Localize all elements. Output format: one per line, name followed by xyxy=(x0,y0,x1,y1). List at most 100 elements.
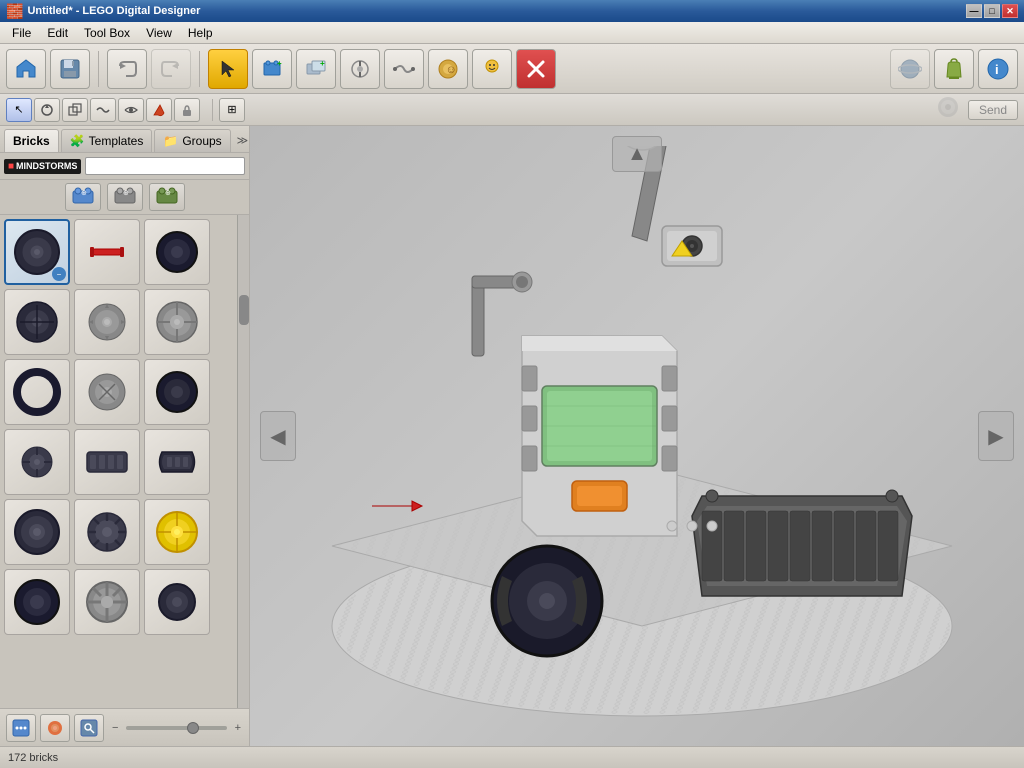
panel-collapse-button[interactable]: ≫ xyxy=(233,132,250,149)
rotate-mode-button[interactable] xyxy=(34,98,60,122)
window-title: Untitled* - LEGO Digital Designer xyxy=(23,5,966,17)
color-palette-button[interactable] xyxy=(40,714,70,742)
send-icon xyxy=(934,95,962,124)
menu-help[interactable]: Help xyxy=(180,24,221,42)
part-item[interactable] xyxy=(144,429,210,495)
nav-right-button[interactable]: ▶ xyxy=(978,411,1014,461)
svg-text:⊕: ⊕ xyxy=(81,190,87,197)
part-item[interactable] xyxy=(144,569,210,635)
titlebar: 🧱 Untitled* - LEGO Digital Designer — □ … xyxy=(0,0,1024,22)
undo-button[interactable] xyxy=(107,49,147,89)
minimize-button[interactable]: — xyxy=(966,4,982,18)
parts-search-input[interactable] xyxy=(85,157,245,175)
menu-view[interactable]: View xyxy=(138,24,180,42)
part-item[interactable] xyxy=(4,499,70,565)
part-item[interactable] xyxy=(4,359,70,425)
content: Bricks 🧩 Templates 📁 Groups ≫ ■ MINDSTOR… xyxy=(0,126,1024,746)
tab-groups-label: Groups xyxy=(182,134,221,148)
category-btn-1[interactable]: ⊕ xyxy=(65,183,101,211)
tab-templates[interactable]: 🧩 Templates xyxy=(61,129,153,152)
tab-groups[interactable]: 📁 Groups xyxy=(154,129,230,152)
tab-bricks[interactable]: Bricks xyxy=(4,129,59,152)
paint-button[interactable]: ☺ xyxy=(428,49,468,89)
save-button[interactable] xyxy=(50,49,90,89)
part-item[interactable] xyxy=(4,429,70,495)
model-area xyxy=(250,126,1024,746)
zoom-plus: + xyxy=(235,722,243,734)
clone-button[interactable]: + xyxy=(296,49,336,89)
second-toolbar: ↖ ⊞ xyxy=(0,94,1024,126)
nav-left-button[interactable]: ◀ xyxy=(260,411,296,461)
part-item[interactable] xyxy=(74,569,140,635)
settings-button[interactable] xyxy=(6,714,36,742)
clone-mode-button[interactable] xyxy=(62,98,88,122)
part-item[interactable] xyxy=(4,289,70,355)
menu-file[interactable]: File xyxy=(4,24,39,42)
bag-button[interactable] xyxy=(934,49,974,89)
home-button[interactable] xyxy=(6,49,46,89)
smiley-button[interactable] xyxy=(472,49,512,89)
mindstorms-logo: ■ MINDSTORMS xyxy=(4,159,81,174)
flex-mode-button[interactable] xyxy=(90,98,116,122)
search-button[interactable] xyxy=(74,714,104,742)
part-item[interactable] xyxy=(74,429,140,495)
lego-model-svg xyxy=(252,146,1022,726)
nav-up-button[interactable]: ▲ xyxy=(612,136,662,172)
lock-mode-button[interactable] xyxy=(174,98,200,122)
category-btn-3[interactable]: ⊕ xyxy=(149,183,185,211)
parts-row xyxy=(4,359,233,425)
close-button[interactable]: ✕ xyxy=(1002,4,1018,18)
menu-edit[interactable]: Edit xyxy=(39,24,76,42)
tab-groups-icon: 📁 xyxy=(163,134,178,148)
tab-bricks-label: Bricks xyxy=(13,134,50,148)
color-mode-button[interactable] xyxy=(146,98,172,122)
part-item[interactable] xyxy=(74,499,140,565)
menubar: File Edit Tool Box View Help xyxy=(0,22,1024,44)
svg-text:⊕: ⊕ xyxy=(165,190,171,197)
part-item[interactable] xyxy=(74,289,140,355)
zoom-thumb[interactable] xyxy=(187,722,199,734)
parts-row xyxy=(4,499,233,565)
flex-button[interactable] xyxy=(384,49,424,89)
parts-area: − xyxy=(0,215,249,708)
part-item[interactable] xyxy=(4,569,70,635)
hinge-button[interactable] xyxy=(340,49,380,89)
tab-templates-icon: 🧩 xyxy=(70,134,85,148)
redo-button[interactable] xyxy=(151,49,191,89)
mindstorms-icon: ■ xyxy=(8,161,14,172)
info-button[interactable]: i xyxy=(978,49,1018,89)
main-toolbar: + + ☺ xyxy=(0,44,1024,94)
delete-button[interactable] xyxy=(516,49,556,89)
menu-toolbox[interactable]: Tool Box xyxy=(76,24,138,42)
parts-row xyxy=(4,569,233,635)
category-btn-2[interactable]: ⊕ xyxy=(107,183,143,211)
part-item[interactable]: − xyxy=(4,219,70,285)
planet-button[interactable] xyxy=(890,49,930,89)
part-item[interactable] xyxy=(144,359,210,425)
svg-text:⊕: ⊕ xyxy=(123,190,129,197)
part-item[interactable] xyxy=(144,219,210,285)
part-item[interactable] xyxy=(74,219,140,285)
add-brick-button[interactable]: + xyxy=(252,49,292,89)
parts-grid: − xyxy=(0,215,237,708)
part-item[interactable] xyxy=(74,359,140,425)
parts-row xyxy=(4,429,233,495)
svg-text:☺: ☺ xyxy=(446,64,457,76)
send-button[interactable]: Send xyxy=(968,100,1018,120)
separator2 xyxy=(199,51,200,87)
scroll-thumb[interactable] xyxy=(239,295,249,325)
select-tool-button[interactable] xyxy=(208,49,248,89)
svg-text:+: + xyxy=(320,59,325,68)
grid-view-button[interactable]: ⊞ xyxy=(219,98,245,122)
zoom-slider[interactable] xyxy=(126,726,226,730)
panel-scrollbar[interactable] xyxy=(237,215,249,708)
parts-row: − xyxy=(4,219,233,285)
hide-mode-button[interactable] xyxy=(118,98,144,122)
category-bar: ■ MINDSTORMS xyxy=(0,153,249,180)
left-panel: Bricks 🧩 Templates 📁 Groups ≫ ■ MINDSTOR… xyxy=(0,126,250,746)
part-item[interactable] xyxy=(144,289,210,355)
svg-text:i: i xyxy=(995,62,999,77)
part-item[interactable] xyxy=(144,499,210,565)
select-mode-button[interactable]: ↖ xyxy=(6,98,32,122)
maximize-button[interactable]: □ xyxy=(984,4,1000,18)
